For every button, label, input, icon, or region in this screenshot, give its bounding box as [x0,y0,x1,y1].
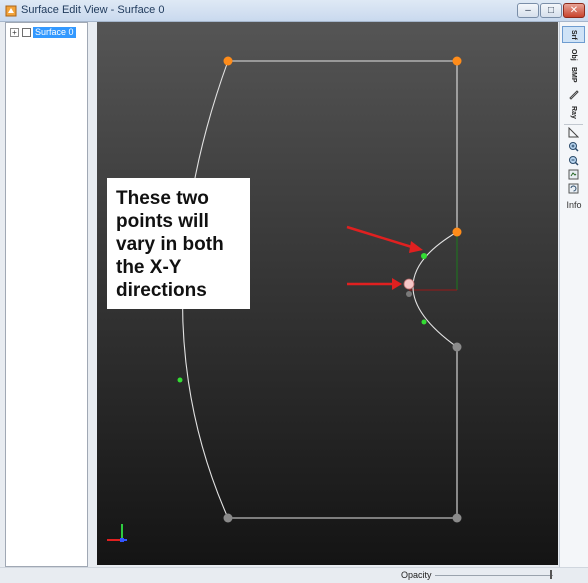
arrow-shaft-upper [346,225,416,250]
fit-view-button[interactable] [562,168,585,181]
info-label[interactable]: Info [560,200,588,210]
annotation-line: points will [116,211,209,232]
obj-mode-button[interactable]: Obj [562,46,585,63]
control-point-notch-upper[interactable] [421,253,427,259]
zoom-out-button[interactable] [562,154,585,167]
control-point-notch-lower[interactable] [421,319,427,325]
annotation-line: directions [116,280,207,301]
minimize-button[interactable]: – [517,3,539,18]
window-body: + Surface 0 These two points will vary i… [0,22,588,583]
vertex-bottom-left[interactable] [223,513,233,523]
tree-item-label[interactable]: Surface 0 [33,26,76,38]
panel-splitter[interactable] [88,22,97,567]
ray-mode-button[interactable]: Ray [562,104,585,121]
reset-icon [568,183,579,194]
annotation-callout: These two points will vary in both the X… [107,178,250,309]
toolbar-separator [564,124,583,125]
annotation-line: These two [116,188,209,209]
status-bar: Opacity [0,567,588,583]
notch-point-shadow [406,291,412,297]
pencil-button[interactable] [562,86,585,101]
tree-item-surface-0[interactable]: + Surface 0 [10,26,76,38]
close-icon: ✕ [569,4,579,16]
control-point-left-lower[interactable] [177,377,183,383]
expand-icon[interactable]: + [10,27,19,37]
window-title: Surface Edit View - Surface 0 [21,4,165,16]
fit-icon [568,169,579,180]
maximize-button[interactable]: □ [540,3,562,18]
annotation-line: vary in both [116,234,224,255]
surface-tree: + Surface 0 [5,22,88,567]
vertex-notch-top[interactable] [452,227,462,237]
arrow-head-upper [409,241,423,253]
ruler-icon [568,127,579,138]
close-button[interactable]: ✕ [563,3,585,18]
zoom-in-button[interactable] [562,140,585,153]
zoom-in-icon [569,142,579,152]
maximize-icon: □ [547,4,555,16]
minimize-icon: – [525,4,531,16]
vertex-top-left[interactable] [223,56,233,66]
bmp-mode-button[interactable]: BMP [562,66,585,83]
axis-triad-icon [107,524,127,542]
zoom-out-icon [569,156,579,166]
arrow-head-lower [392,278,402,290]
opacity-label: Opacity [401,570,432,580]
app-icon [5,5,17,17]
vertex-notch-bottom[interactable] [452,342,462,352]
reset-view-button[interactable] [562,182,585,195]
vertex-bottom-right[interactable] [452,513,462,523]
opacity-slider-track[interactable] [435,575,553,576]
right-toolbar: Srf Obj BMP Ray Info [559,22,588,567]
visibility-checkbox[interactable] [22,27,31,37]
opacity-slider-thumb[interactable] [550,570,552,579]
vertex-top-right[interactable] [452,56,462,66]
selected-notch-point[interactable] [403,278,415,290]
ruler-button[interactable] [562,126,585,139]
pencil-icon [568,89,579,100]
srf-mode-button[interactable]: Srf [562,26,585,43]
annotation-line: the X-Y [116,257,182,278]
title-bar: Surface Edit View - Surface 0 – □ ✕ [0,0,588,22]
